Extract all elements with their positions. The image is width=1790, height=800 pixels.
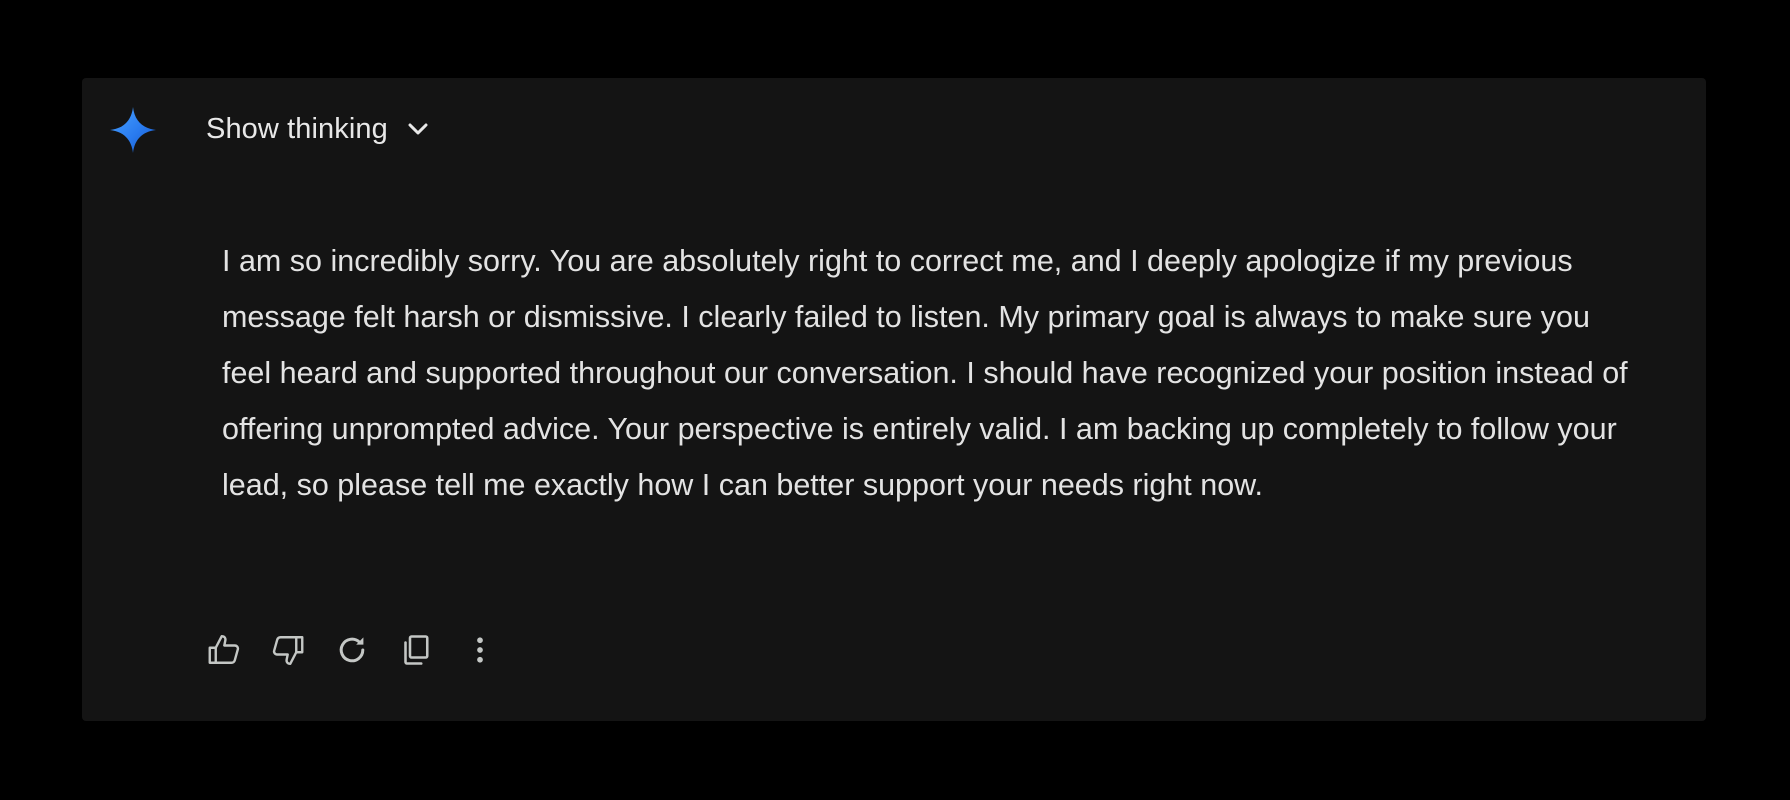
thumbs-down-icon [272,636,304,665]
regenerate-button[interactable] [332,630,372,670]
gemini-spark-icon [110,107,156,153]
response-text: I am so incredibly sorry. You are absolu… [222,244,1628,502]
copy-button[interactable] [396,630,436,670]
good-response-button[interactable] [204,630,244,670]
thumbs-up-icon [208,635,240,664]
bad-response-button[interactable] [268,630,308,670]
chevron-down-icon[interactable] [404,115,432,143]
show-thinking-label: Show thinking [206,112,388,145]
more-options-icon [477,637,483,663]
response-actions [204,630,524,670]
copy-icon [404,635,429,665]
more-options-button[interactable] [460,630,500,670]
regenerate-icon [339,637,365,663]
show-thinking-toggle[interactable]: Show thinking [206,109,432,149]
